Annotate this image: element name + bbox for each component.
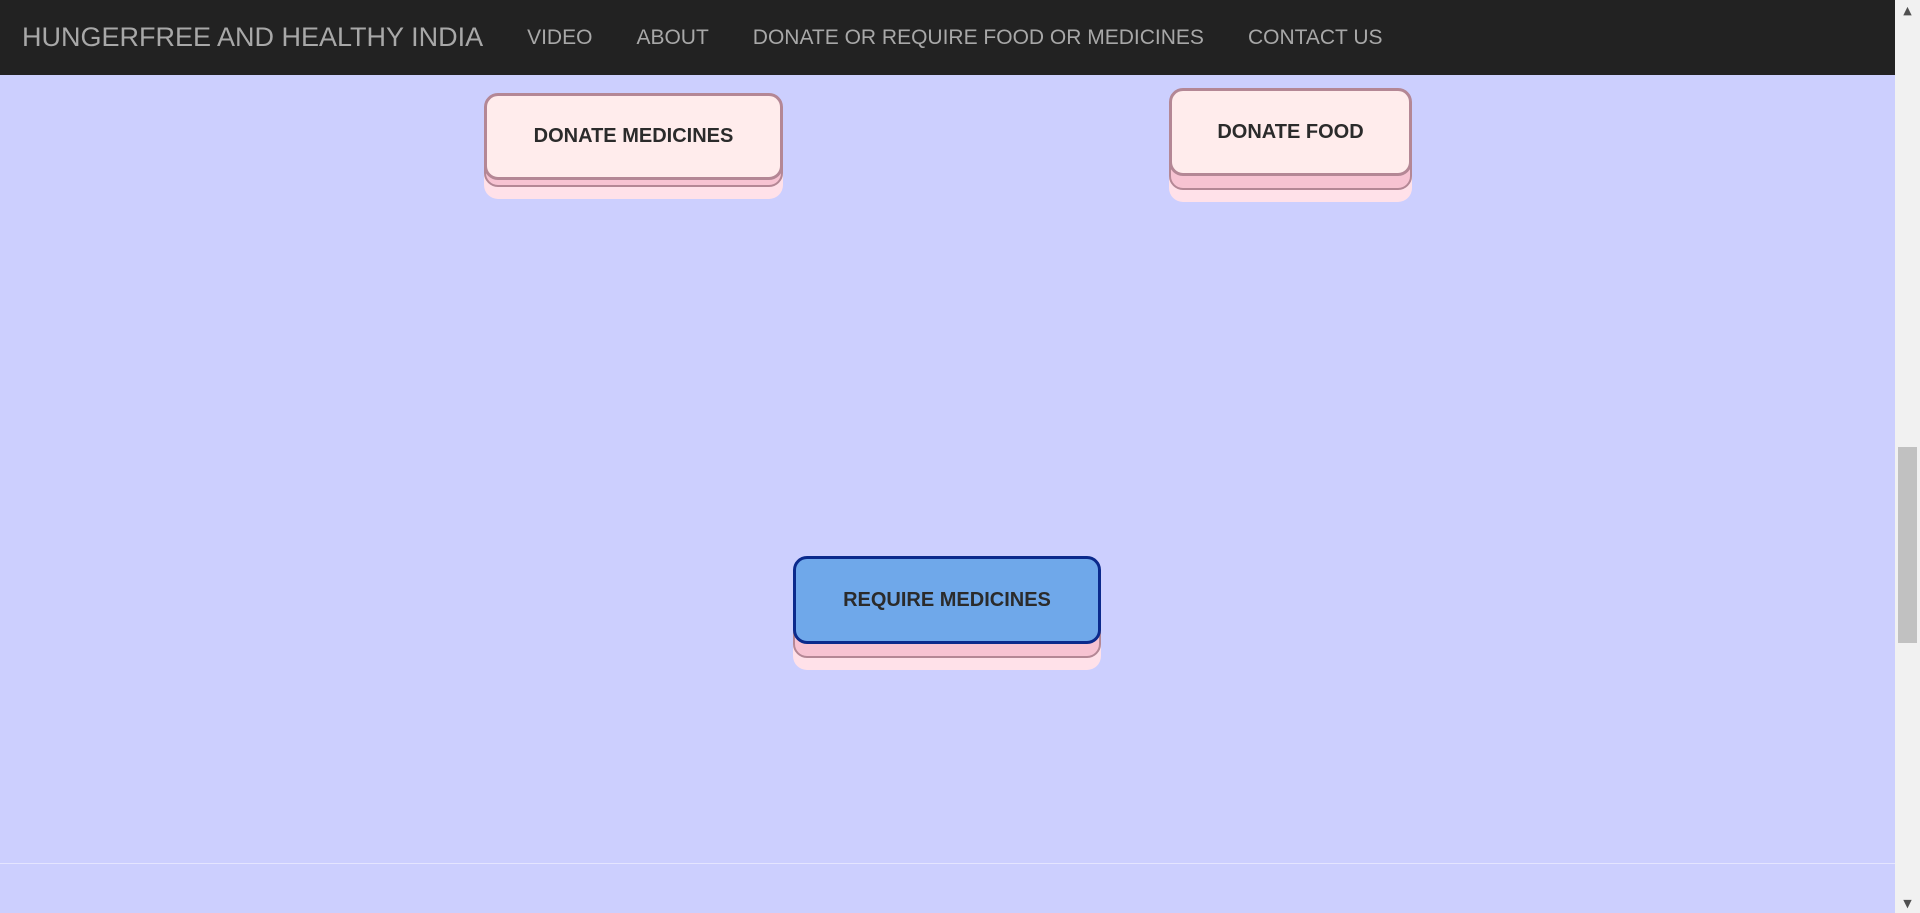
vertical-scrollbar[interactable]: ▲ ▼	[1895, 0, 1920, 913]
require-medicines-stack: REQUIRE MEDICINES	[793, 556, 1101, 670]
nav-item-donate-or-require[interactable]: DONATE OR REQUIRE FOOD OR MEDICINES	[731, 26, 1226, 50]
top-navbar: HUNGERFREE AND HEALTHY INDIA VIDEO ABOUT…	[0, 0, 1895, 75]
nav-item-video[interactable]: VIDEO	[505, 26, 614, 50]
main-content: DONATE MEDICINES DONATE FOOD REQUIRE MED…	[0, 75, 1895, 863]
footer	[0, 864, 1895, 913]
scroll-up-arrow-icon[interactable]: ▲	[1895, 0, 1920, 20]
scroll-down-arrow-icon[interactable]: ▼	[1895, 893, 1920, 913]
brand-link[interactable]: HUNGERFREE AND HEALTHY INDIA	[22, 22, 483, 53]
donate-medicines-button[interactable]: DONATE MEDICINES	[484, 93, 783, 180]
donate-food-stack: DONATE FOOD	[1169, 88, 1412, 202]
nav-item-about[interactable]: ABOUT	[614, 26, 730, 50]
require-medicines-button[interactable]: REQUIRE MEDICINES	[793, 556, 1101, 644]
nav-item-contact-us[interactable]: CONTACT US	[1226, 26, 1405, 50]
donate-food-button[interactable]: DONATE FOOD	[1169, 88, 1412, 176]
scrollbar-thumb[interactable]	[1898, 447, 1917, 643]
donate-medicines-stack: DONATE MEDICINES	[484, 93, 783, 199]
